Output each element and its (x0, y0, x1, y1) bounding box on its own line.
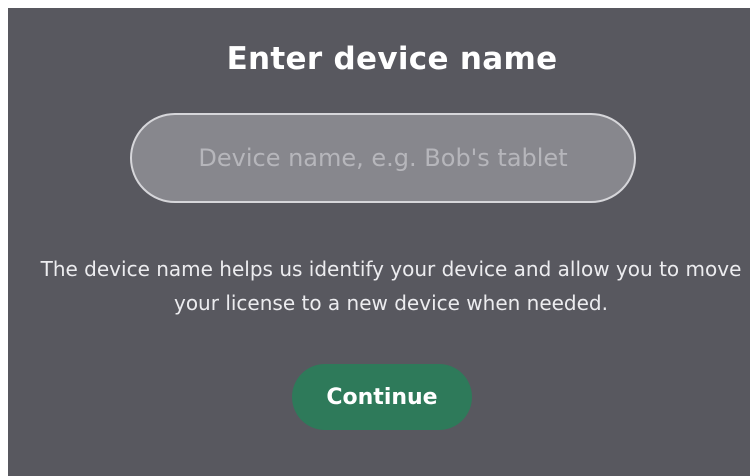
dialog-title: Enter device name (226, 41, 558, 77)
helper-text: The device name helps us identify your d… (40, 257, 742, 315)
continue-button[interactable]: Continue (292, 364, 472, 430)
device-name-dialog: Enter device name The device name helps … (8, 8, 750, 476)
device-name-input[interactable] (130, 113, 636, 203)
